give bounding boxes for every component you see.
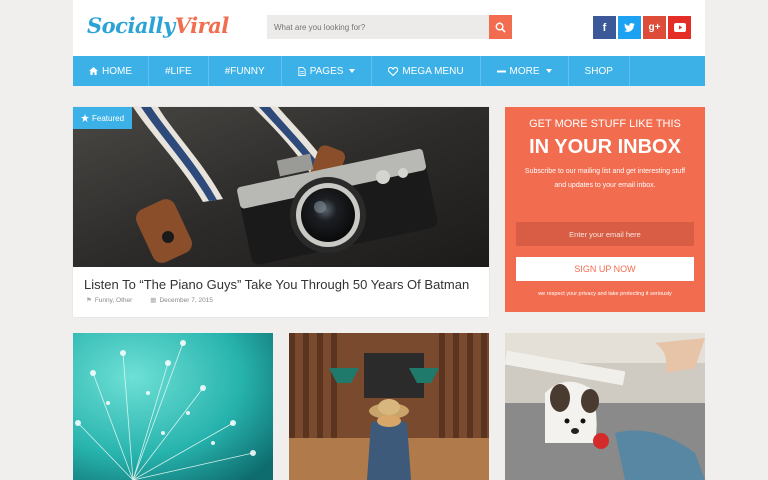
nav-item-life[interactable]: #LIFE: [149, 56, 209, 86]
nav-item-home[interactable]: HOME: [73, 56, 149, 86]
nav-label: PAGES: [309, 65, 344, 77]
nav-label: #FUNNY: [224, 65, 265, 77]
chevron-down-icon: [349, 69, 356, 73]
newsletter-widget: GET MORE STUFF LIKE THIS IN YOUR INBOX S…: [505, 107, 705, 312]
search-button[interactable]: [489, 15, 512, 39]
nav-label: #LIFE: [165, 65, 192, 77]
featured-image[interactable]: Featured: [73, 107, 489, 267]
logo-text-socially: Socially: [87, 13, 175, 38]
social-links: f g+: [593, 16, 691, 39]
star-icon: [81, 114, 89, 122]
nav-item-pages[interactable]: PAGES: [282, 56, 373, 86]
search-bar: [267, 15, 512, 39]
featured-post[interactable]: Featured Listen To “The Piano Guys” Take…: [73, 107, 489, 317]
newsletter-heading-large: IN YOUR INBOX: [529, 136, 681, 158]
privacy-note: we respect your privacy and take protect…: [538, 291, 672, 297]
home-icon: [89, 67, 98, 75]
post-date: ▦ December 7, 2015: [150, 296, 213, 304]
newsletter-description: Subscribe to our mailing list and get in…: [524, 168, 686, 189]
minus-icon: [496, 70, 506, 72]
file-icon: [298, 66, 306, 76]
nav-item-more[interactable]: MORE: [481, 56, 569, 86]
site-logo[interactable]: SociallyViral: [87, 13, 229, 38]
featured-post-title[interactable]: Listen To “The Piano Guys” Take You Thro…: [84, 277, 469, 292]
post-meta: ⚑ Funny, Other ▦ December 7, 2015: [86, 296, 213, 304]
post-thumbnail-dandelion[interactable]: [73, 333, 273, 480]
badge-label: Featured: [92, 113, 125, 123]
logo-text-viral: Viral: [174, 13, 230, 38]
categories-text[interactable]: Funny, Other: [95, 297, 132, 304]
date-text: December 7, 2015: [159, 297, 213, 304]
youtube-icon[interactable]: [668, 16, 691, 39]
post-categories: ⚑ Funny, Other: [86, 296, 132, 304]
email-field[interactable]: [516, 222, 694, 246]
featured-badge: Featured: [73, 107, 133, 129]
search-input[interactable]: [267, 15, 489, 39]
main-nav: HOME #LIFE #FUNNY PAGES MEGA MENU MORE S…: [73, 56, 705, 86]
nav-item-funny[interactable]: #FUNNY: [209, 56, 282, 86]
site-header: SociallyViral f g+: [73, 0, 705, 56]
nav-label: HOME: [102, 65, 132, 77]
twitter-icon[interactable]: [618, 16, 641, 39]
newsletter-heading-small: GET MORE STUFF LIKE THIS: [529, 118, 681, 130]
post-thumbnail-cafe[interactable]: [289, 333, 489, 480]
heart-icon: [388, 66, 399, 76]
calendar-icon: ▦: [150, 297, 157, 304]
chevron-down-icon: [545, 69, 552, 73]
facebook-icon[interactable]: f: [593, 16, 616, 39]
post-thumbnail-dog[interactable]: [505, 333, 705, 480]
nav-label: SHOP: [584, 65, 613, 77]
nav-label: MORE: [509, 65, 540, 77]
nav-item-mega-menu[interactable]: MEGA MENU: [372, 56, 481, 86]
tag-icon: ⚑: [86, 297, 92, 304]
nav-label: MEGA MENU: [402, 65, 464, 77]
search-icon: [495, 22, 506, 33]
google-plus-icon[interactable]: g+: [643, 16, 666, 39]
nav-item-shop[interactable]: SHOP: [569, 56, 630, 86]
sign-up-button[interactable]: SIGN UP NOW: [516, 257, 694, 281]
